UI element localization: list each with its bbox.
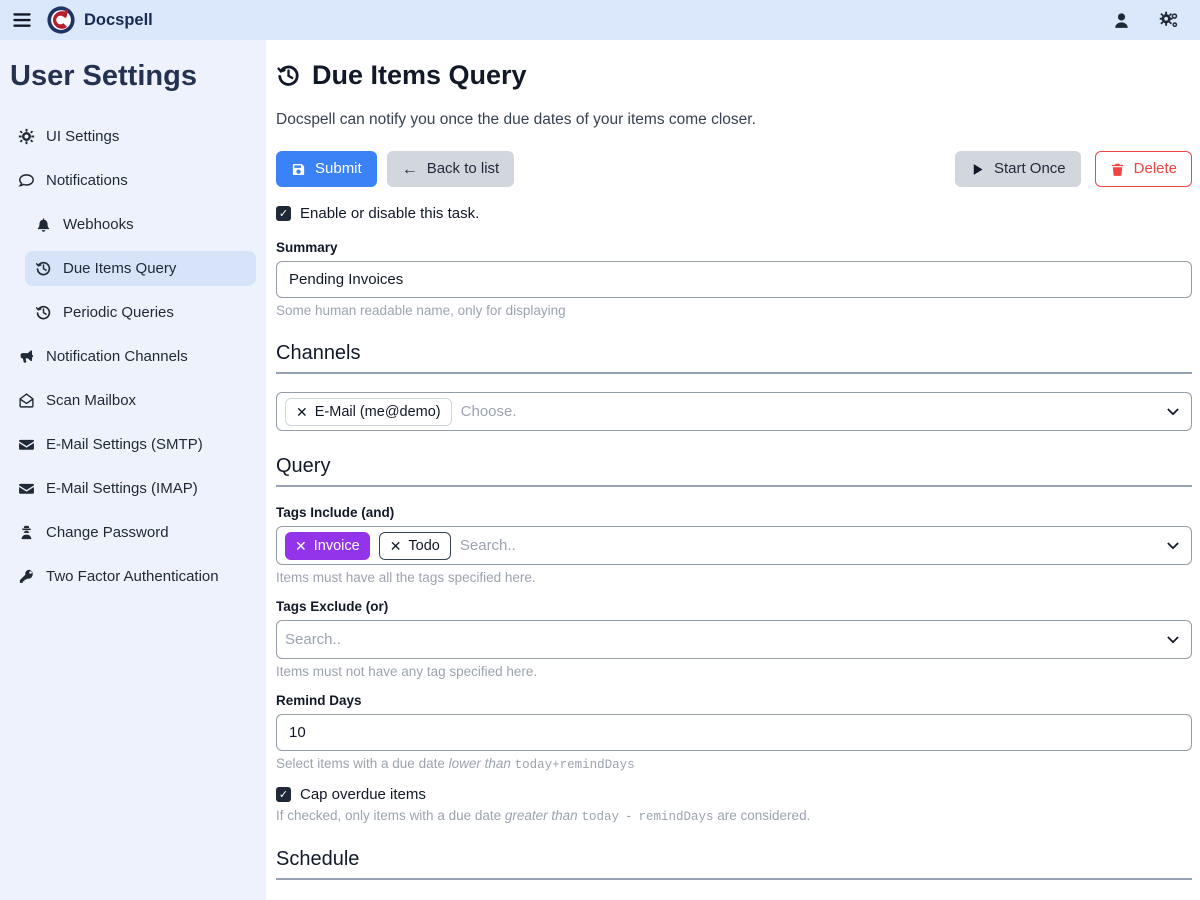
channel-chips: ✕E-Mail (me@demo)	[285, 398, 452, 426]
trash-icon	[1110, 162, 1125, 177]
chevron-down-icon	[1167, 408, 1179, 416]
sidebar: User Settings UI Settings Notifications We…	[0, 40, 266, 900]
query-section-title: Query	[276, 455, 1192, 478]
sidebar-item-notification-channels[interactable]: Notification Channels	[8, 339, 256, 374]
channels-placeholder: Choose.	[461, 403, 517, 420]
chip-invoice[interactable]: ✕Invoice	[285, 532, 370, 560]
menu-icon[interactable]	[12, 10, 32, 30]
history-icon	[35, 260, 52, 277]
key-icon	[18, 568, 35, 585]
sidebar-item-label: Due Items Query	[63, 260, 176, 277]
docspell-logo-icon	[46, 5, 76, 35]
page-description: Docspell can notify you once the due dat…	[276, 111, 1192, 129]
summary-label: Summary	[276, 240, 1192, 255]
sidebar-item-label: E-Mail Settings (IMAP)	[46, 480, 198, 497]
envelope-icon	[18, 480, 35, 497]
sidebar-item-label: E-Mail Settings (SMTP)	[46, 436, 203, 453]
sidebar-item-label: Change Password	[46, 524, 169, 541]
schedule-section-title: Schedule	[276, 848, 1192, 871]
section-divider	[276, 485, 1192, 487]
summary-field-group: Summary Some human readable name, only f…	[276, 240, 1192, 318]
sidebar-item-label: Two Factor Authentication	[46, 568, 219, 585]
sidebar-item-label: Webhooks	[63, 216, 134, 233]
summary-input[interactable]	[276, 261, 1192, 298]
start-once-button[interactable]: Start Once	[955, 151, 1081, 187]
cogs-icon[interactable]	[1159, 11, 1178, 30]
back-to-list-button[interactable]: ← Back to list	[387, 151, 515, 187]
comment-icon	[18, 172, 35, 189]
remove-chip-icon[interactable]: ✕	[296, 406, 308, 418]
sidebar-item-two-factor-authentication[interactable]: Two Factor Authentication	[8, 559, 256, 594]
sidebar-item-e-mail-settings-smtp[interactable]: E-Mail Settings (SMTP)	[8, 427, 256, 462]
play-icon	[970, 162, 985, 177]
brand-name: Docspell	[84, 11, 153, 30]
tags-include-group: Tags Include (and) ✕Invoice✕Todo Search.…	[276, 505, 1192, 585]
checkbox-checked-icon: ✓	[276, 206, 291, 221]
brand-link[interactable]: Docspell	[46, 5, 153, 35]
summary-helper: Some human readable name, only for displ…	[276, 303, 1192, 318]
user-icon[interactable]	[1112, 11, 1131, 30]
gear-icon	[18, 128, 35, 145]
tags-exclude-helper: Items must not have any tag specified he…	[276, 664, 1192, 679]
tags-include-chips: ✕Invoice ✕Todo	[285, 532, 451, 560]
sidebar-item-label: Periodic Queries	[63, 304, 174, 321]
envelope-open-icon	[18, 392, 35, 409]
arrow-left-icon: ←	[402, 162, 418, 177]
sidebar-item-due-items-query[interactable]: Due Items Query	[25, 251, 256, 286]
remind-days-group: Remind Days Select items with a due date…	[276, 693, 1192, 772]
history-icon	[276, 63, 301, 88]
tags-include-select[interactable]: ✕Invoice✕Todo Search..	[276, 526, 1192, 565]
tags-include-label: Tags Include (and)	[276, 505, 1192, 520]
bell-icon	[35, 216, 52, 233]
chevron-down-icon	[1167, 636, 1179, 644]
cap-overdue-checkbox[interactable]: ✓ Cap overdue items	[276, 786, 1192, 803]
tags-exclude-select[interactable]: Search..	[276, 620, 1192, 659]
sidebar-item-periodic-queries[interactable]: Periodic Queries	[25, 295, 256, 330]
channels-section-title: Channels	[276, 342, 1192, 365]
sidebar-item-label: UI Settings	[46, 128, 119, 145]
sidebar-item-label: Notification Channels	[46, 348, 188, 365]
page-title: Due Items Query	[276, 60, 1192, 91]
sidebar-item-notifications[interactable]: Notifications	[8, 163, 256, 198]
delete-button[interactable]: Delete	[1095, 151, 1192, 187]
navbar-actions	[1112, 11, 1188, 30]
tags-exclude-group: Tags Exclude (or) Search.. Items must no…	[276, 599, 1192, 679]
save-icon	[291, 162, 306, 177]
envelope-icon	[18, 436, 35, 453]
user-secret-icon	[18, 524, 35, 541]
sidebar-item-webhooks[interactable]: Webhooks	[25, 207, 256, 242]
submit-button[interactable]: Submit	[276, 151, 377, 187]
chip-e-mail-me-demo[interactable]: ✕E-Mail (me@demo)	[285, 398, 452, 426]
section-divider	[276, 878, 1192, 880]
cap-overdue-helper: If checked, only items with a due date g…	[276, 808, 1192, 824]
remind-days-label: Remind Days	[276, 693, 1192, 708]
sidebar-item-label: Notifications	[46, 172, 128, 189]
button-row: Submit ← Back to list Start Once	[276, 151, 1192, 187]
section-divider	[276, 372, 1192, 374]
page-title-text: Due Items Query	[312, 60, 527, 91]
sidebar-item-ui-settings[interactable]: UI Settings	[8, 119, 256, 154]
top-navbar: Docspell	[0, 0, 1200, 40]
sidebar-item-change-password[interactable]: Change Password	[8, 515, 256, 550]
sidebar-item-scan-mailbox[interactable]: Scan Mailbox	[8, 383, 256, 418]
bullhorn-icon	[18, 348, 35, 365]
checkbox-checked-icon: ✓	[276, 787, 291, 802]
enable-task-checkbox[interactable]: ✓ Enable or disable this task.	[276, 205, 1192, 222]
remind-days-input[interactable]	[276, 714, 1192, 751]
channels-select[interactable]: ✕E-Mail (me@demo) Choose.	[276, 392, 1192, 431]
tags-exclude-label: Tags Exclude (or)	[276, 599, 1192, 614]
tags-include-helper: Items must have all the tags specified h…	[276, 570, 1192, 585]
remind-days-helper: Select items with a due date lower than …	[276, 756, 1192, 772]
sidebar-item-e-mail-settings-imap[interactable]: E-Mail Settings (IMAP)	[8, 471, 256, 506]
sidebar-menu: UI Settings Notifications Webhooks Due Item…	[8, 119, 256, 594]
chevron-down-icon	[1167, 542, 1179, 550]
remove-chip-icon[interactable]: ✕	[390, 540, 402, 552]
history-icon	[35, 304, 52, 321]
chip-todo[interactable]: ✕Todo	[379, 532, 451, 560]
main-content: Due Items Query Docspell can notify you …	[266, 40, 1200, 900]
sidebar-item-label: Scan Mailbox	[46, 392, 136, 409]
remove-chip-icon[interactable]: ✕	[295, 540, 307, 552]
sidebar-title: User Settings	[8, 60, 256, 93]
secondary-actions: Start Once Delete	[955, 151, 1192, 187]
